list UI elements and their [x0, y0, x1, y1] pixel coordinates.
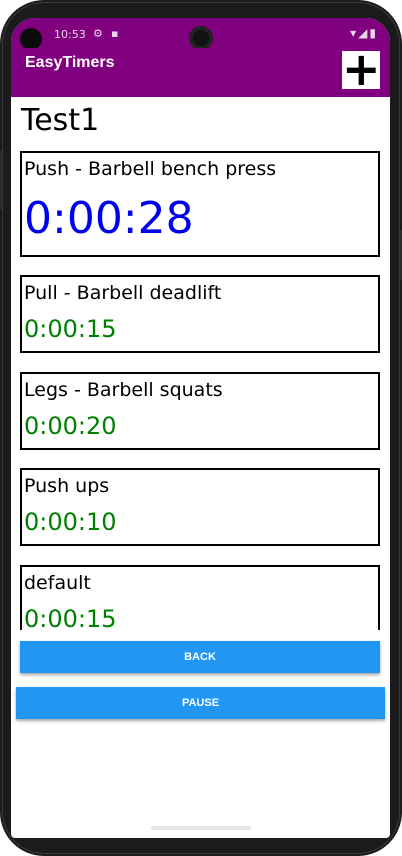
timer-name: Push ups	[24, 475, 110, 497]
back-button[interactable]: BACK	[20, 641, 380, 673]
phone-frame: 10:53 ⚙ ▪ ▾◢▮ EasyTimers + Test1 Push - …	[0, 0, 402, 856]
timer-card[interactable]: default 0:00:15	[20, 565, 380, 630]
status-bar: 10:53 ⚙ ▪ ▾◢▮	[11, 18, 390, 50]
add-timer-button[interactable]: +	[342, 46, 381, 92]
timer-countdown: 0:00:10	[24, 508, 117, 536]
signal-icon: ◢	[358, 26, 370, 40]
timer-card[interactable]: Push - Barbell bench press 0:00:28	[20, 151, 380, 257]
timer-card[interactable]: Push ups 0:00:10	[20, 468, 380, 546]
timer-countdown: 0:00:15	[24, 315, 117, 343]
status-time: 10:53	[54, 28, 86, 41]
app-title: EasyTimers	[25, 54, 115, 71]
battery-icon: ▮	[369, 26, 378, 40]
pause-button[interactable]: PAUSE	[16, 687, 385, 719]
wifi-icon: ▾	[350, 26, 359, 40]
timer-name: default	[24, 572, 91, 594]
timer-countdown: 0:00:20	[24, 412, 117, 440]
home-gesture-bar[interactable]	[151, 826, 251, 830]
screen: 10:53 ⚙ ▪ ▾◢▮ EasyTimers + Test1 Push - …	[11, 18, 390, 838]
sim-card-icon: ▪	[111, 27, 119, 40]
timer-countdown: 0:00:28	[24, 193, 194, 244]
app-bar: EasyTimers +	[11, 46, 390, 97]
timer-name: Push - Barbell bench press	[24, 158, 277, 180]
timer-card[interactable]: Legs - Barbell squats 0:00:20	[20, 372, 380, 450]
settings-icon: ⚙	[93, 27, 103, 40]
plus-icon: +	[342, 42, 381, 96]
front-camera-icon	[189, 26, 213, 50]
timer-list[interactable]: Push - Barbell bench press 0:00:28 Pull …	[11, 151, 390, 630]
timer-name: Pull - Barbell deadlift	[24, 282, 222, 304]
status-icons: ▾◢▮	[350, 26, 378, 40]
volume-button	[0, 150, 3, 210]
timer-countdown: 0:00:15	[24, 605, 117, 630]
camera-cutout-icon	[20, 28, 42, 50]
workout-title: Test1	[21, 103, 100, 138]
timer-name: Legs - Barbell squats	[24, 379, 223, 401]
timer-card[interactable]: Pull - Barbell deadlift 0:00:15	[20, 275, 380, 353]
